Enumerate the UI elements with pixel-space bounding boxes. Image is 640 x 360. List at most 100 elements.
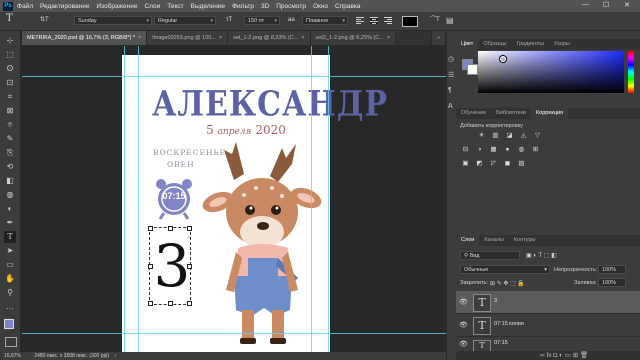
color-lookup-icon[interactable]: ⊞	[532, 146, 539, 153]
layer-filter-select[interactable]: ⚲ Вид	[460, 251, 520, 260]
history-brush-tool-icon[interactable]: ⟲	[4, 161, 16, 173]
brightness-icon[interactable]: ☀	[478, 132, 485, 139]
warp-text-icon[interactable]: ⌒T	[430, 15, 440, 26]
tab-image00259[interactable]: Image00259.png @ 100... ×	[147, 31, 229, 45]
tab-color[interactable]: Цвет	[456, 39, 479, 50]
menu-view[interactable]: Просмотр	[276, 3, 306, 10]
layer-row[interactable]: 👁 T 07:15	[456, 337, 640, 352]
layer-row[interactable]: 👁 T 07:15 копия	[456, 314, 640, 337]
paragraph-panel-icon[interactable]: ¶	[448, 87, 452, 94]
lock-icons[interactable]: ⊞ ✎ ✥ ⬚ 🔒	[490, 280, 525, 287]
vibrance-icon[interactable]: ▽	[534, 132, 541, 139]
pen-tool-icon[interactable]: ✒	[4, 217, 16, 229]
frame-tool-icon[interactable]: ⊠	[4, 105, 16, 117]
tab-metrika[interactable]: METRIKA_2020.psd @ 16,7% (3, RGB/8*) * ×	[22, 31, 148, 45]
type-tool-icon[interactable]: T	[4, 231, 16, 243]
posterize-icon[interactable]: ◩	[476, 160, 483, 167]
text-orientation-icon[interactable]: ⇅T	[40, 15, 49, 26]
eye-icon[interactable]: 👁	[459, 321, 468, 329]
resize-handle[interactable]	[148, 301, 153, 306]
text-bounding-box[interactable]	[148, 226, 192, 306]
hue-saturation-icon[interactable]: ⊟	[462, 146, 469, 153]
gradient-map-icon[interactable]: ▨	[518, 160, 525, 167]
resize-handle[interactable]	[168, 226, 173, 231]
text-color-swatch[interactable]	[402, 16, 418, 27]
brush-tool-icon[interactable]: ✎	[4, 133, 16, 145]
poster-name-text[interactable]: АЛЕКСАНДР	[152, 84, 387, 124]
tab-swatches[interactable]: Образцы	[478, 39, 511, 50]
eye-icon[interactable]: 👁	[459, 298, 468, 306]
menu-select[interactable]: Выделение	[191, 3, 225, 10]
font-family-select[interactable]: Sunday ▾	[74, 16, 152, 25]
resize-handle[interactable]	[187, 301, 192, 306]
tab-libraries[interactable]: Библиотеки	[491, 108, 531, 119]
menu-file[interactable]: Файл	[17, 3, 33, 10]
menu-edit[interactable]: Редактирование	[40, 3, 90, 10]
channel-mixer-icon[interactable]: ◍	[518, 146, 525, 153]
layer-footer-icons[interactable]: ∞ fx ◘ ◐ ▭ ⊞ 🗑	[540, 352, 588, 359]
resize-handle[interactable]	[187, 226, 192, 231]
more-tools-icon[interactable]: …	[4, 301, 16, 313]
layer-name[interactable]: 07:15	[494, 340, 508, 346]
hue-slider[interactable]	[628, 51, 634, 93]
levels-icon[interactable]: ▥	[492, 132, 499, 139]
exposure-icon[interactable]: ◬	[520, 132, 527, 139]
move-tool-icon[interactable]: ⊹	[4, 35, 16, 47]
resize-handle[interactable]	[168, 301, 173, 306]
layer-name[interactable]: 3	[494, 298, 497, 304]
eyedropper-tool-icon[interactable]: ⌾	[4, 119, 16, 131]
zoom-tool-icon[interactable]: ⚲	[4, 287, 16, 299]
foreground-color-swatch[interactable]	[4, 319, 14, 329]
properties-panel-icon[interactable]: ☰	[448, 71, 454, 79]
fill-input[interactable]: 100%	[598, 278, 626, 287]
rectangle-tool-icon[interactable]: ▭	[4, 259, 16, 271]
menu-window[interactable]: Окно	[313, 3, 328, 10]
photo-filter-icon[interactable]: ●	[504, 146, 511, 153]
type-tool-icon[interactable]: T	[6, 13, 13, 24]
menu-layer[interactable]: Слои	[144, 3, 160, 10]
resize-handle[interactable]	[148, 264, 153, 269]
tab-paths[interactable]: Контуры	[509, 235, 541, 246]
eraser-tool-icon[interactable]: ◧	[4, 175, 16, 187]
blend-mode-select[interactable]: Обычные ▾	[460, 265, 550, 274]
opacity-input[interactable]: 100%	[598, 265, 626, 274]
threshold-icon[interactable]: ◸	[490, 160, 497, 167]
invert-icon[interactable]: ▣	[462, 160, 469, 167]
close-icon[interactable]: ×	[219, 35, 222, 41]
curves-icon[interactable]: ◪	[506, 132, 513, 139]
status-arrow-icon[interactable]: ›	[114, 353, 116, 359]
color-picker-handle[interactable]	[500, 56, 506, 62]
more-tabs-button[interactable]: »	[430, 31, 446, 45]
close-icon[interactable]: ×	[138, 35, 141, 41]
alarm-clock-icon[interactable]: 07:15	[152, 176, 196, 220]
marquee-tool-icon[interactable]: ⬚	[4, 49, 16, 61]
character-panel-icon[interactable]: A	[448, 103, 453, 110]
close-window-button[interactable]: ✕	[624, 1, 630, 9]
object-select-tool-icon[interactable]: ⊡	[4, 77, 16, 89]
deer-illustration[interactable]	[194, 140, 324, 350]
menu-filter[interactable]: Фильтр	[232, 3, 254, 10]
layer-row[interactable]: 👁 T 3	[456, 291, 640, 314]
close-icon[interactable]: ×	[387, 35, 390, 41]
layer-name[interactable]: 07:15 копия	[494, 321, 524, 327]
hand-tool-icon[interactable]: ✋	[4, 273, 16, 285]
antialias-select[interactable]: Плавное ▾	[302, 16, 348, 25]
menu-help[interactable]: Справка	[335, 3, 361, 10]
path-select-tool-icon[interactable]: ➤	[4, 245, 16, 257]
document-canvas[interactable]: АЛЕКСАНДР 5 апреля 2020 ВОСКРЕСЕНЬЕ ОВЕН…	[122, 55, 387, 352]
tab-patterns[interactable]: Узоры	[549, 39, 575, 50]
zoom-level[interactable]: 16,67%	[4, 353, 21, 359]
tab-layers[interactable]: Слои	[456, 235, 480, 246]
tab-channels[interactable]: Каналы	[479, 235, 509, 246]
color-balance-icon[interactable]: ◑	[476, 146, 483, 153]
gradient-tool-icon[interactable]: ◍	[4, 189, 16, 201]
resize-handle[interactable]	[187, 264, 192, 269]
align-right-button[interactable]	[384, 17, 392, 24]
minimize-button[interactable]: —	[582, 1, 589, 8]
tab-set2-1-2[interactable]: set2_1-2.png @ 6,25% (C... ×	[310, 31, 397, 45]
dodge-tool-icon[interactable]: ◐	[4, 203, 16, 215]
history-panel-icon[interactable]: ◷	[448, 55, 454, 63]
tab-set-1-2[interactable]: set_1-2.png @ 8,33% (C... ×	[228, 31, 311, 45]
selective-color-icon[interactable]: ◼	[504, 160, 511, 167]
menu-type[interactable]: Текст	[167, 3, 183, 10]
